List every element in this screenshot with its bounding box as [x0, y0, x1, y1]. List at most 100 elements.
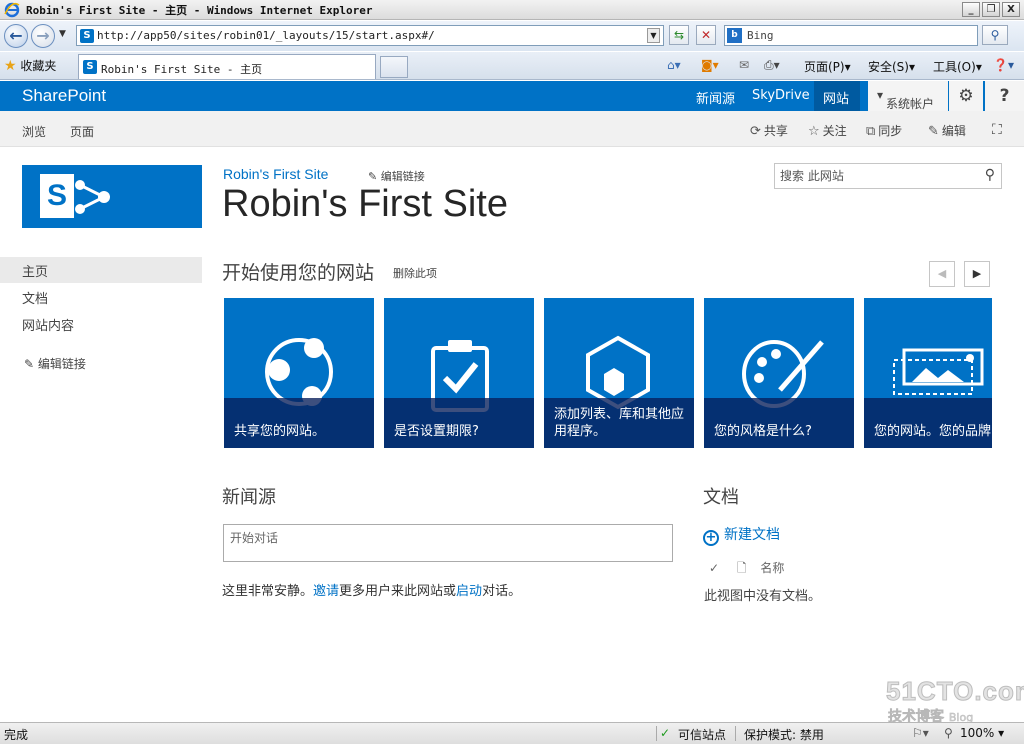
- browser-search-placeholder: Bing: [747, 29, 774, 42]
- document-type-icon: 🗋: [736, 561, 747, 575]
- tiles-previous-button[interactable]: ◀: [929, 261, 955, 287]
- ribbon-tab-page[interactable]: 页面: [70, 123, 94, 140]
- tile-caption: 您的风格是什么?: [714, 424, 812, 439]
- status-text: 完成: [4, 728, 29, 742]
- safety-menu[interactable]: 安全(S)▾: [868, 58, 915, 75]
- remove-getting-started-link[interactable]: 删除此项: [393, 265, 437, 281]
- tab-sharepoint-icon: S: [83, 60, 97, 74]
- start-conversation-link[interactable]: 启动: [456, 584, 482, 599]
- home-icon[interactable]: ⌂▾: [667, 58, 681, 72]
- stop-button[interactable]: ✕: [696, 25, 716, 45]
- account-name: 系统帐户 ▾: [877, 88, 935, 111]
- history-dropdown-icon[interactable]: ▼: [59, 29, 66, 39]
- search-icon[interactable]: ⚲: [985, 167, 995, 183]
- sharepoint-favicon-icon: S: [80, 29, 94, 43]
- column-name[interactable]: 名称: [760, 561, 784, 575]
- quicklaunch-item-home[interactable]: 主页: [22, 261, 48, 280]
- quicklaunch-item-site-contents[interactable]: 网站内容: [22, 315, 74, 334]
- share-button[interactable]: ⟳ 共享: [750, 122, 788, 139]
- invite-link[interactable]: 邀请: [313, 584, 339, 599]
- arrow-right-icon: →: [36, 26, 50, 45]
- page-menu[interactable]: 页面(P)▾: [804, 58, 851, 75]
- tile-caption: 是否设置期限?: [394, 424, 479, 439]
- tile-caption: 添加列表、库和其他应用程序。: [554, 407, 685, 439]
- sharepoint-logo-icon: S: [40, 174, 74, 218]
- documents-empty-message: 此视图中没有文档。: [704, 589, 822, 604]
- suite-link-newsfeed[interactable]: 新闻源: [696, 88, 735, 107]
- start-conversation-placeholder: 开始对话: [230, 531, 279, 545]
- print-icon[interactable]: ⎙▾: [764, 58, 780, 73]
- url-dropdown-icon[interactable]: ▼: [647, 28, 660, 43]
- documents-title: 文档: [703, 487, 739, 508]
- security-icon[interactable]: ⚐▾: [912, 726, 929, 740]
- rss-feed-icon[interactable]: ◙▾: [701, 58, 719, 72]
- focus-content-icon[interactable]: ⛶: [992, 122, 1002, 138]
- back-button[interactable]: ←: [4, 24, 28, 48]
- quicklaunch-item-documents[interactable]: 文档: [22, 288, 48, 307]
- edit-button[interactable]: ✎ 编辑: [928, 122, 966, 139]
- tile-share-site[interactable]: 共享您的网站。: [224, 298, 374, 448]
- newsfeed-message: 这里非常安静。邀请更多用户来此网站或启动对话。: [222, 580, 521, 599]
- address-bar[interactable]: S http://app50/sites/robin01/_layouts/15…: [76, 25, 664, 46]
- pencil-icon: ✎: [928, 124, 939, 139]
- suite-bar: SharePoint 新闻源 SkyDrive 网站 系统帐户 ▾ ⚙ ?: [0, 81, 1024, 111]
- suite-link-sites[interactable]: 网站: [823, 88, 849, 107]
- edit-label: 编辑: [941, 124, 966, 138]
- new-document-label: 新建文档: [724, 527, 780, 543]
- tools-menu[interactable]: 工具(O)▾: [933, 58, 982, 75]
- forward-button[interactable]: →: [31, 24, 55, 48]
- zoom-level[interactable]: 100% ▾: [960, 726, 1004, 740]
- breadcrumb-site-link[interactable]: Robin's First Site: [223, 166, 328, 182]
- share-label: 共享: [763, 124, 788, 138]
- tile-caption: 您的网站。您的品牌: [874, 424, 992, 439]
- refresh-button[interactable]: ⇆: [669, 25, 689, 45]
- browser-search-input[interactable]: b Bing: [724, 25, 978, 46]
- status-divider: [735, 726, 736, 741]
- search-icon: ⚲: [990, 28, 1000, 42]
- watermark-site: 51CTO.com: [885, 676, 1024, 707]
- suite-link-skydrive[interactable]: SkyDrive: [752, 88, 810, 103]
- ribbon-tab-browse[interactable]: 浏览: [22, 123, 46, 140]
- sharepoint-nodes-icon: [75, 180, 110, 214]
- browser-tab-active[interactable]: S Robin's First Site - 主页: [78, 54, 376, 79]
- help-menu-icon[interactable]: ❓▾: [993, 58, 1014, 72]
- site-search-placeholder: 搜索 此网站: [780, 169, 844, 183]
- pencil-icon: ✎: [24, 357, 38, 371]
- tile-add-apps[interactable]: 添加列表、库和其他应用程序。: [544, 298, 694, 448]
- tile-set-deadlines[interactable]: 是否设置期限?: [384, 298, 534, 448]
- tile-your-style[interactable]: 您的风格是什么?: [704, 298, 854, 448]
- quicklaunch-edit-label: 编辑链接: [37, 357, 86, 371]
- start-conversation-input[interactable]: 开始对话: [223, 524, 673, 562]
- help-icon[interactable]: ?: [985, 81, 1024, 111]
- new-document-button[interactable]: + 新建文档: [703, 524, 780, 546]
- refresh-icon: ⇆: [673, 28, 685, 42]
- account-menu[interactable]: 系统帐户 ▾: [868, 81, 948, 111]
- mail-icon[interactable]: ✉: [739, 58, 749, 72]
- follow-button[interactable]: ☆ 关注: [808, 122, 847, 139]
- edit-links-top[interactable]: ✎ 编辑链接: [368, 168, 425, 184]
- sharepoint-brand[interactable]: SharePoint: [22, 86, 106, 106]
- new-tab-button[interactable]: [380, 56, 408, 78]
- trusted-zone: 可信站点: [678, 728, 727, 742]
- favorites-button[interactable]: ★ 收藏夹: [4, 57, 56, 74]
- tile-your-brand[interactable]: 您的网站。您的品牌: [864, 298, 992, 448]
- tiles-next-button[interactable]: ▶: [964, 261, 990, 287]
- maximize-button[interactable]: ❐: [982, 2, 1000, 17]
- select-all-check-icon[interactable]: ✓: [709, 561, 719, 575]
- site-search-input[interactable]: 搜索 此网站 ⚲: [774, 163, 1002, 189]
- settings-gear-icon[interactable]: ⚙: [949, 81, 983, 111]
- minimize-button[interactable]: _: [962, 2, 980, 17]
- close-window-button[interactable]: X: [1002, 2, 1020, 17]
- quicklaunch-edit-links[interactable]: ✎ 编辑链接: [24, 355, 86, 372]
- sync-button[interactable]: ⧉ 同步: [866, 122, 902, 139]
- tab-command-bar: ★ 收藏夹 S Robin's First Site - 主页 ⌂▾ ◙▾ ✉ …: [0, 52, 1024, 80]
- favorites-label: 收藏夹: [20, 59, 57, 73]
- browser-search-button[interactable]: ⚲: [982, 25, 1008, 45]
- documents-column-header: ✓ 🗋 名称: [709, 559, 784, 580]
- site-logo[interactable]: S: [22, 165, 202, 228]
- newsfeed-title: 新闻源: [222, 487, 276, 508]
- tab-title: Robin's First Site - 主页: [101, 63, 263, 76]
- trusted-check-icon: ✓: [660, 726, 671, 740]
- page-menu-label: 页面(P): [804, 60, 845, 74]
- close-icon: ✕: [700, 28, 712, 42]
